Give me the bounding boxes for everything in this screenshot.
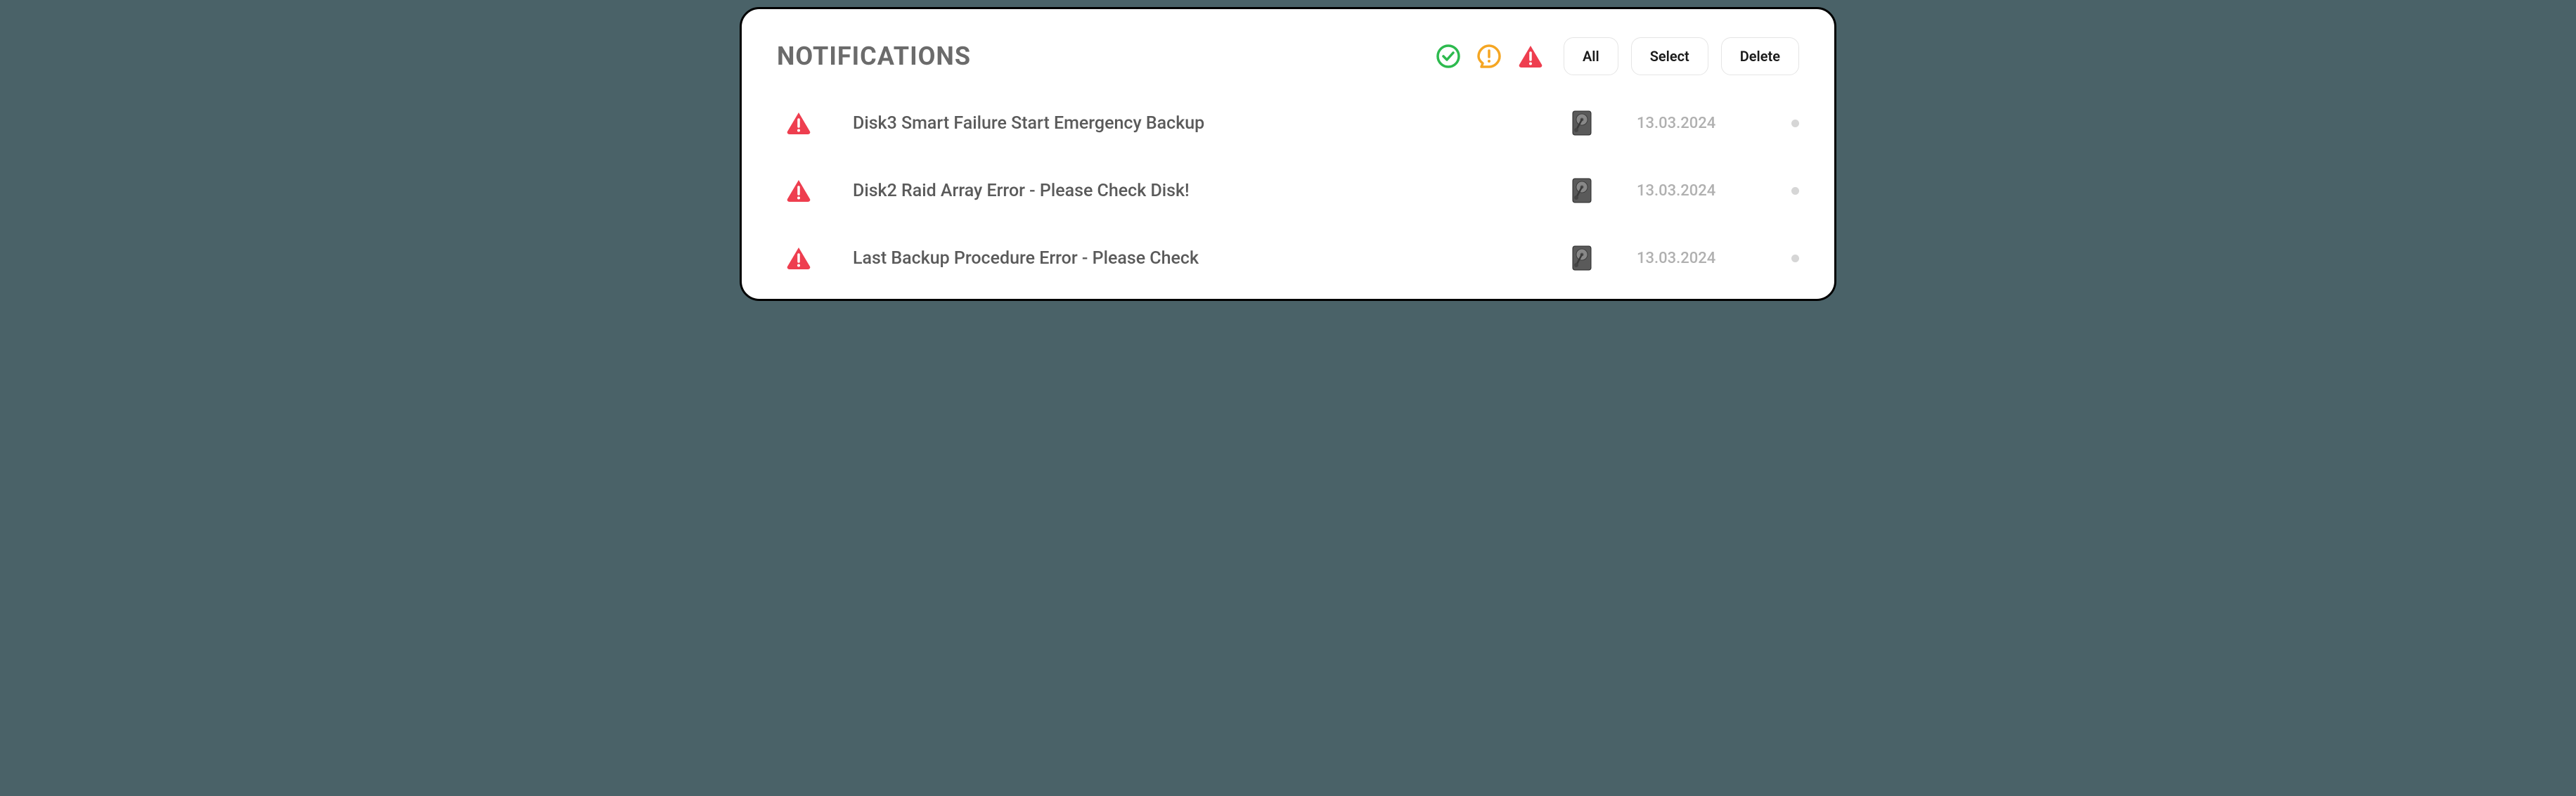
page-title: NOTIFICATIONS <box>777 41 971 71</box>
select-button[interactable]: Select <box>1631 37 1708 75</box>
warning-filter-icon[interactable] <box>1476 44 1502 69</box>
disk-icon <box>1569 245 1595 271</box>
notification-date: 13.03.2024 <box>1637 250 1728 267</box>
status-dot <box>1791 120 1799 127</box>
notification-row[interactable]: Last Backup Procedure Error - Please Che… <box>784 245 1799 271</box>
disk-icon <box>1569 178 1595 203</box>
all-button[interactable]: All <box>1564 37 1618 75</box>
success-filter-icon[interactable] <box>1436 44 1461 69</box>
notification-message: Disk3 Smart Failure Start Emergency Back… <box>853 113 1569 134</box>
filter-icons-group <box>1436 44 1544 69</box>
status-dot <box>1791 187 1799 195</box>
disk-icon <box>1569 110 1595 136</box>
alert-triangle-icon <box>784 178 813 203</box>
delete-button[interactable]: Delete <box>1721 37 1799 75</box>
notification-list: Disk3 Smart Failure Start Emergency Back… <box>777 110 1799 271</box>
alert-triangle-icon <box>784 110 813 136</box>
notification-date: 13.03.2024 <box>1637 115 1728 132</box>
panel-header: NOTIFICATIONS <box>777 37 1799 75</box>
notification-row[interactable]: Disk3 Smart Failure Start Emergency Back… <box>784 110 1799 136</box>
header-controls: All Select Delete <box>1436 37 1799 75</box>
notification-message: Last Backup Procedure Error - Please Che… <box>853 248 1569 269</box>
status-dot <box>1791 255 1799 262</box>
notification-date: 13.03.2024 <box>1637 182 1728 200</box>
alert-triangle-icon <box>784 245 813 271</box>
notifications-panel: NOTIFICATIONS <box>740 7 1836 301</box>
notification-row[interactable]: Disk2 Raid Array Error - Please Check Di… <box>784 178 1799 203</box>
alert-filter-icon[interactable] <box>1517 44 1544 69</box>
notification-message: Disk2 Raid Array Error - Please Check Di… <box>853 181 1569 201</box>
